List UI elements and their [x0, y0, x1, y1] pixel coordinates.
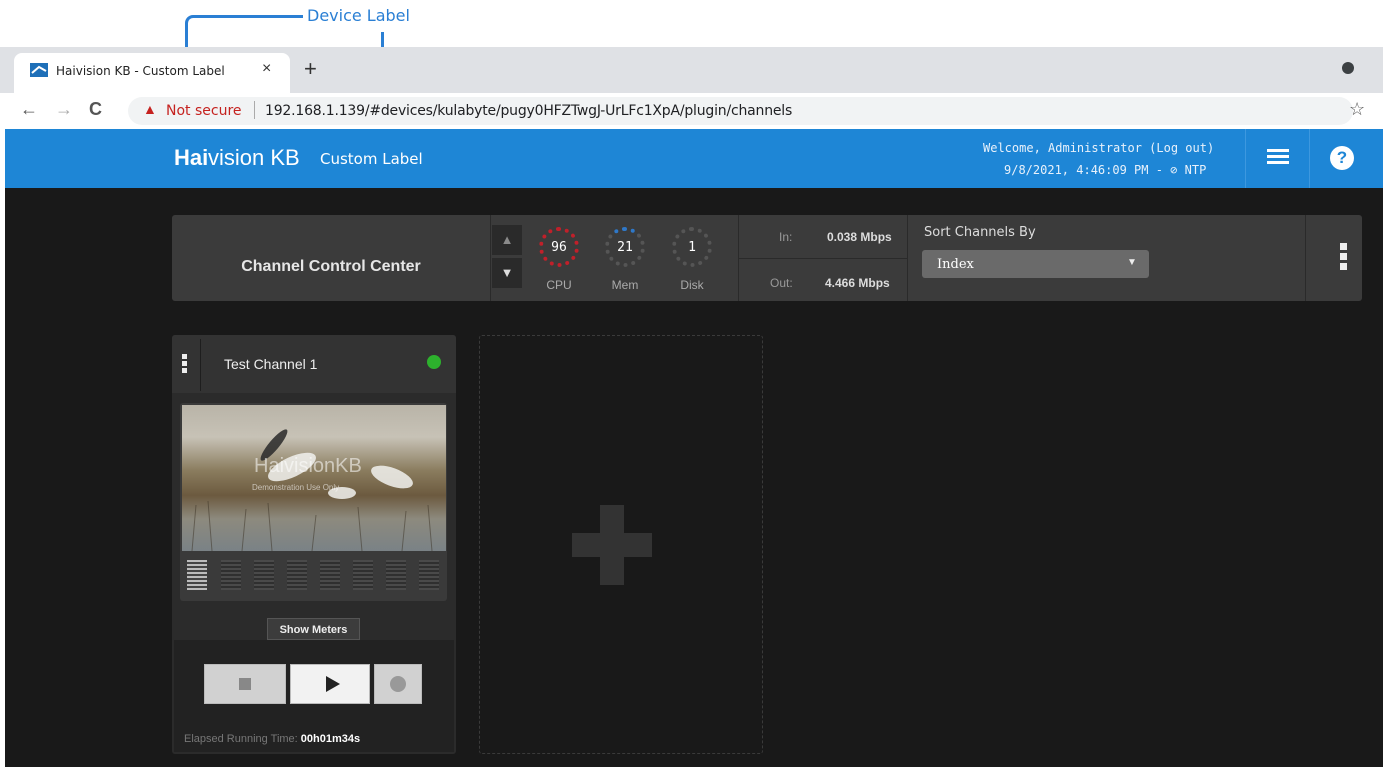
menu-icon[interactable]: [1267, 149, 1289, 165]
in-label: In:: [779, 230, 793, 244]
out-label: Out:: [770, 276, 793, 290]
audio-meter: [320, 560, 340, 590]
audio-meter: [187, 560, 207, 590]
cpu-label: CPU: [546, 278, 572, 292]
scroll-down-button[interactable]: ▼: [492, 258, 522, 288]
audio-meter: [221, 560, 241, 590]
add-channel-plus-icon[interactable]: [572, 533, 652, 557]
control-center-title: Channel Control Center: [241, 258, 421, 275]
cpu-value: 96: [551, 240, 567, 255]
welcome-text[interactable]: Welcome, Administrator (Log out): [983, 141, 1214, 155]
not-secure-label[interactable]: Not secure: [166, 103, 242, 119]
favicon-icon: [30, 63, 48, 77]
elapsed-time: Elapsed Running Time: 00h01m34s: [184, 733, 360, 745]
reload-icon[interactable]: C: [89, 99, 102, 120]
back-icon[interactable]: ←: [20, 99, 38, 120]
audio-meter: [353, 560, 373, 590]
elapsed-label: Elapsed Running Time:: [184, 733, 298, 745]
status-indicator: [427, 355, 441, 369]
mem-value: 21: [617, 240, 633, 255]
play-button[interactable]: [290, 664, 370, 704]
device-label: Custom Label: [320, 150, 423, 168]
tab-title: Haivision KB - Custom Label: [56, 64, 225, 78]
header-divider: [1245, 129, 1246, 188]
audio-meter: [254, 560, 274, 590]
new-tab-icon[interactable]: +: [304, 56, 317, 82]
panel-divider: [1305, 215, 1306, 301]
stop-button[interactable]: [204, 664, 286, 704]
elapsed-value: 00h01m34s: [300, 733, 361, 745]
forward-icon[interactable]: →: [55, 99, 73, 120]
play-icon: [326, 676, 340, 692]
panel-kebab-icon[interactable]: [1340, 243, 1347, 273]
panel-divider: [907, 215, 908, 301]
record-icon: [390, 676, 406, 692]
audio-meter: [287, 560, 307, 590]
chevron-down-icon[interactable]: ▼: [1127, 257, 1137, 268]
disk-value: 1: [688, 240, 696, 255]
stop-icon: [239, 678, 251, 690]
channel-name[interactable]: Test Channel 1: [224, 356, 317, 372]
video-preview[interactable]: [182, 405, 446, 551]
url-separator: [254, 101, 255, 119]
help-icon[interactable]: ?: [1330, 146, 1354, 170]
record-button[interactable]: [374, 664, 422, 704]
bookmark-star-icon[interactable]: ☆: [1349, 99, 1365, 120]
sort-label: Sort Channels By: [924, 225, 1036, 240]
disk-label: Disk: [680, 278, 704, 292]
sort-select-value[interactable]: Index: [937, 257, 974, 272]
audio-meter: [419, 560, 439, 590]
device-label-callout: Device Label: [307, 6, 410, 25]
tab-close-icon[interactable]: ×: [262, 60, 271, 78]
audio-meter: [386, 560, 406, 590]
logo-hai: Hai: [174, 145, 209, 170]
preview-watermark-title: HaivisionKB: [254, 455, 362, 477]
out-value: 4.466 Mbps: [825, 276, 890, 290]
mem-label: Mem: [611, 278, 639, 292]
url-text[interactable]: 192.168.1.139/#devices/kulabyte/pugy0HFZ…: [265, 103, 792, 119]
card-header-divider: [200, 339, 201, 391]
datetime-ntp: 9/8/2021, 4:46:09 PM - ⊘ NTP: [1004, 163, 1207, 177]
panel-divider: [490, 215, 491, 301]
show-meters-button[interactable]: Show Meters: [267, 618, 360, 640]
in-value: 0.038 Mbps: [827, 230, 892, 244]
io-divider: [739, 258, 907, 259]
scroll-up-button[interactable]: ▲: [492, 225, 522, 255]
channel-menu-icon[interactable]: [182, 354, 187, 375]
header-divider: [1309, 129, 1310, 188]
preview-watermark-subtitle: Demonstration Use Only: [252, 483, 340, 492]
warning-icon: ▲: [143, 101, 157, 117]
profile-icon[interactable]: [1342, 62, 1354, 74]
logo-vision-kb: vision KB: [208, 145, 300, 170]
